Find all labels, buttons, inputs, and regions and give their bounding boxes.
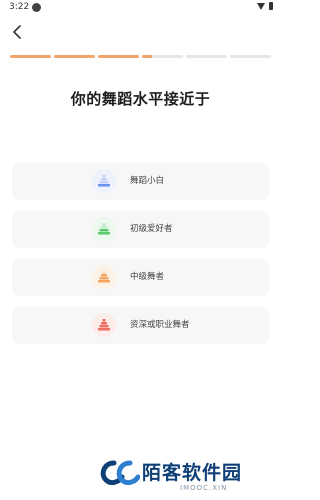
beginner-pyramid-icon xyxy=(92,169,116,193)
progress-segment xyxy=(54,55,95,58)
progress-segment xyxy=(98,55,139,58)
level-option[interactable]: 资深或职业舞者 xyxy=(12,307,269,344)
battery-icon xyxy=(269,2,273,10)
progress-segment xyxy=(142,55,183,58)
step-progress-bar xyxy=(10,55,271,58)
level-option-label: 舞蹈小白 xyxy=(130,176,165,186)
page-title: 你的舞蹈水平接近于 xyxy=(70,90,211,108)
progress-segment xyxy=(186,55,227,58)
status-time: 3:22 xyxy=(9,2,30,12)
watermark-title: 陌客软件园 xyxy=(142,462,243,484)
wifi-icon xyxy=(257,2,265,10)
intermediate-pyramid-icon xyxy=(92,265,116,289)
hobbyist-pyramid-icon xyxy=(92,217,116,241)
level-option[interactable]: 舞蹈小白 xyxy=(12,163,269,200)
watermark: 陌客软件园 IMOOC.XIN xyxy=(100,456,281,496)
watermark-logo-icon xyxy=(100,460,140,486)
progress-segment xyxy=(10,55,51,58)
status-indicators xyxy=(257,2,273,10)
progress-segment xyxy=(230,55,271,58)
progress-segment-fill xyxy=(54,55,95,58)
level-option-label: 资深或职业舞者 xyxy=(130,320,190,330)
back-icon[interactable] xyxy=(7,22,27,42)
level-option-label: 中级舞者 xyxy=(130,272,165,282)
level-option[interactable]: 初级爱好者 xyxy=(12,211,269,248)
notification-icon xyxy=(32,3,41,12)
status-bar: 3:22 xyxy=(0,0,281,16)
progress-segment-fill xyxy=(10,55,51,58)
progress-segment-fill xyxy=(98,55,139,58)
level-option-label: 初级爱好者 xyxy=(130,224,173,234)
progress-segment-fill xyxy=(142,55,153,58)
level-option[interactable]: 中级舞者 xyxy=(12,259,269,296)
advanced-pyramid-icon xyxy=(92,313,116,337)
watermark-subtitle: IMOOC.XIN xyxy=(180,484,228,492)
